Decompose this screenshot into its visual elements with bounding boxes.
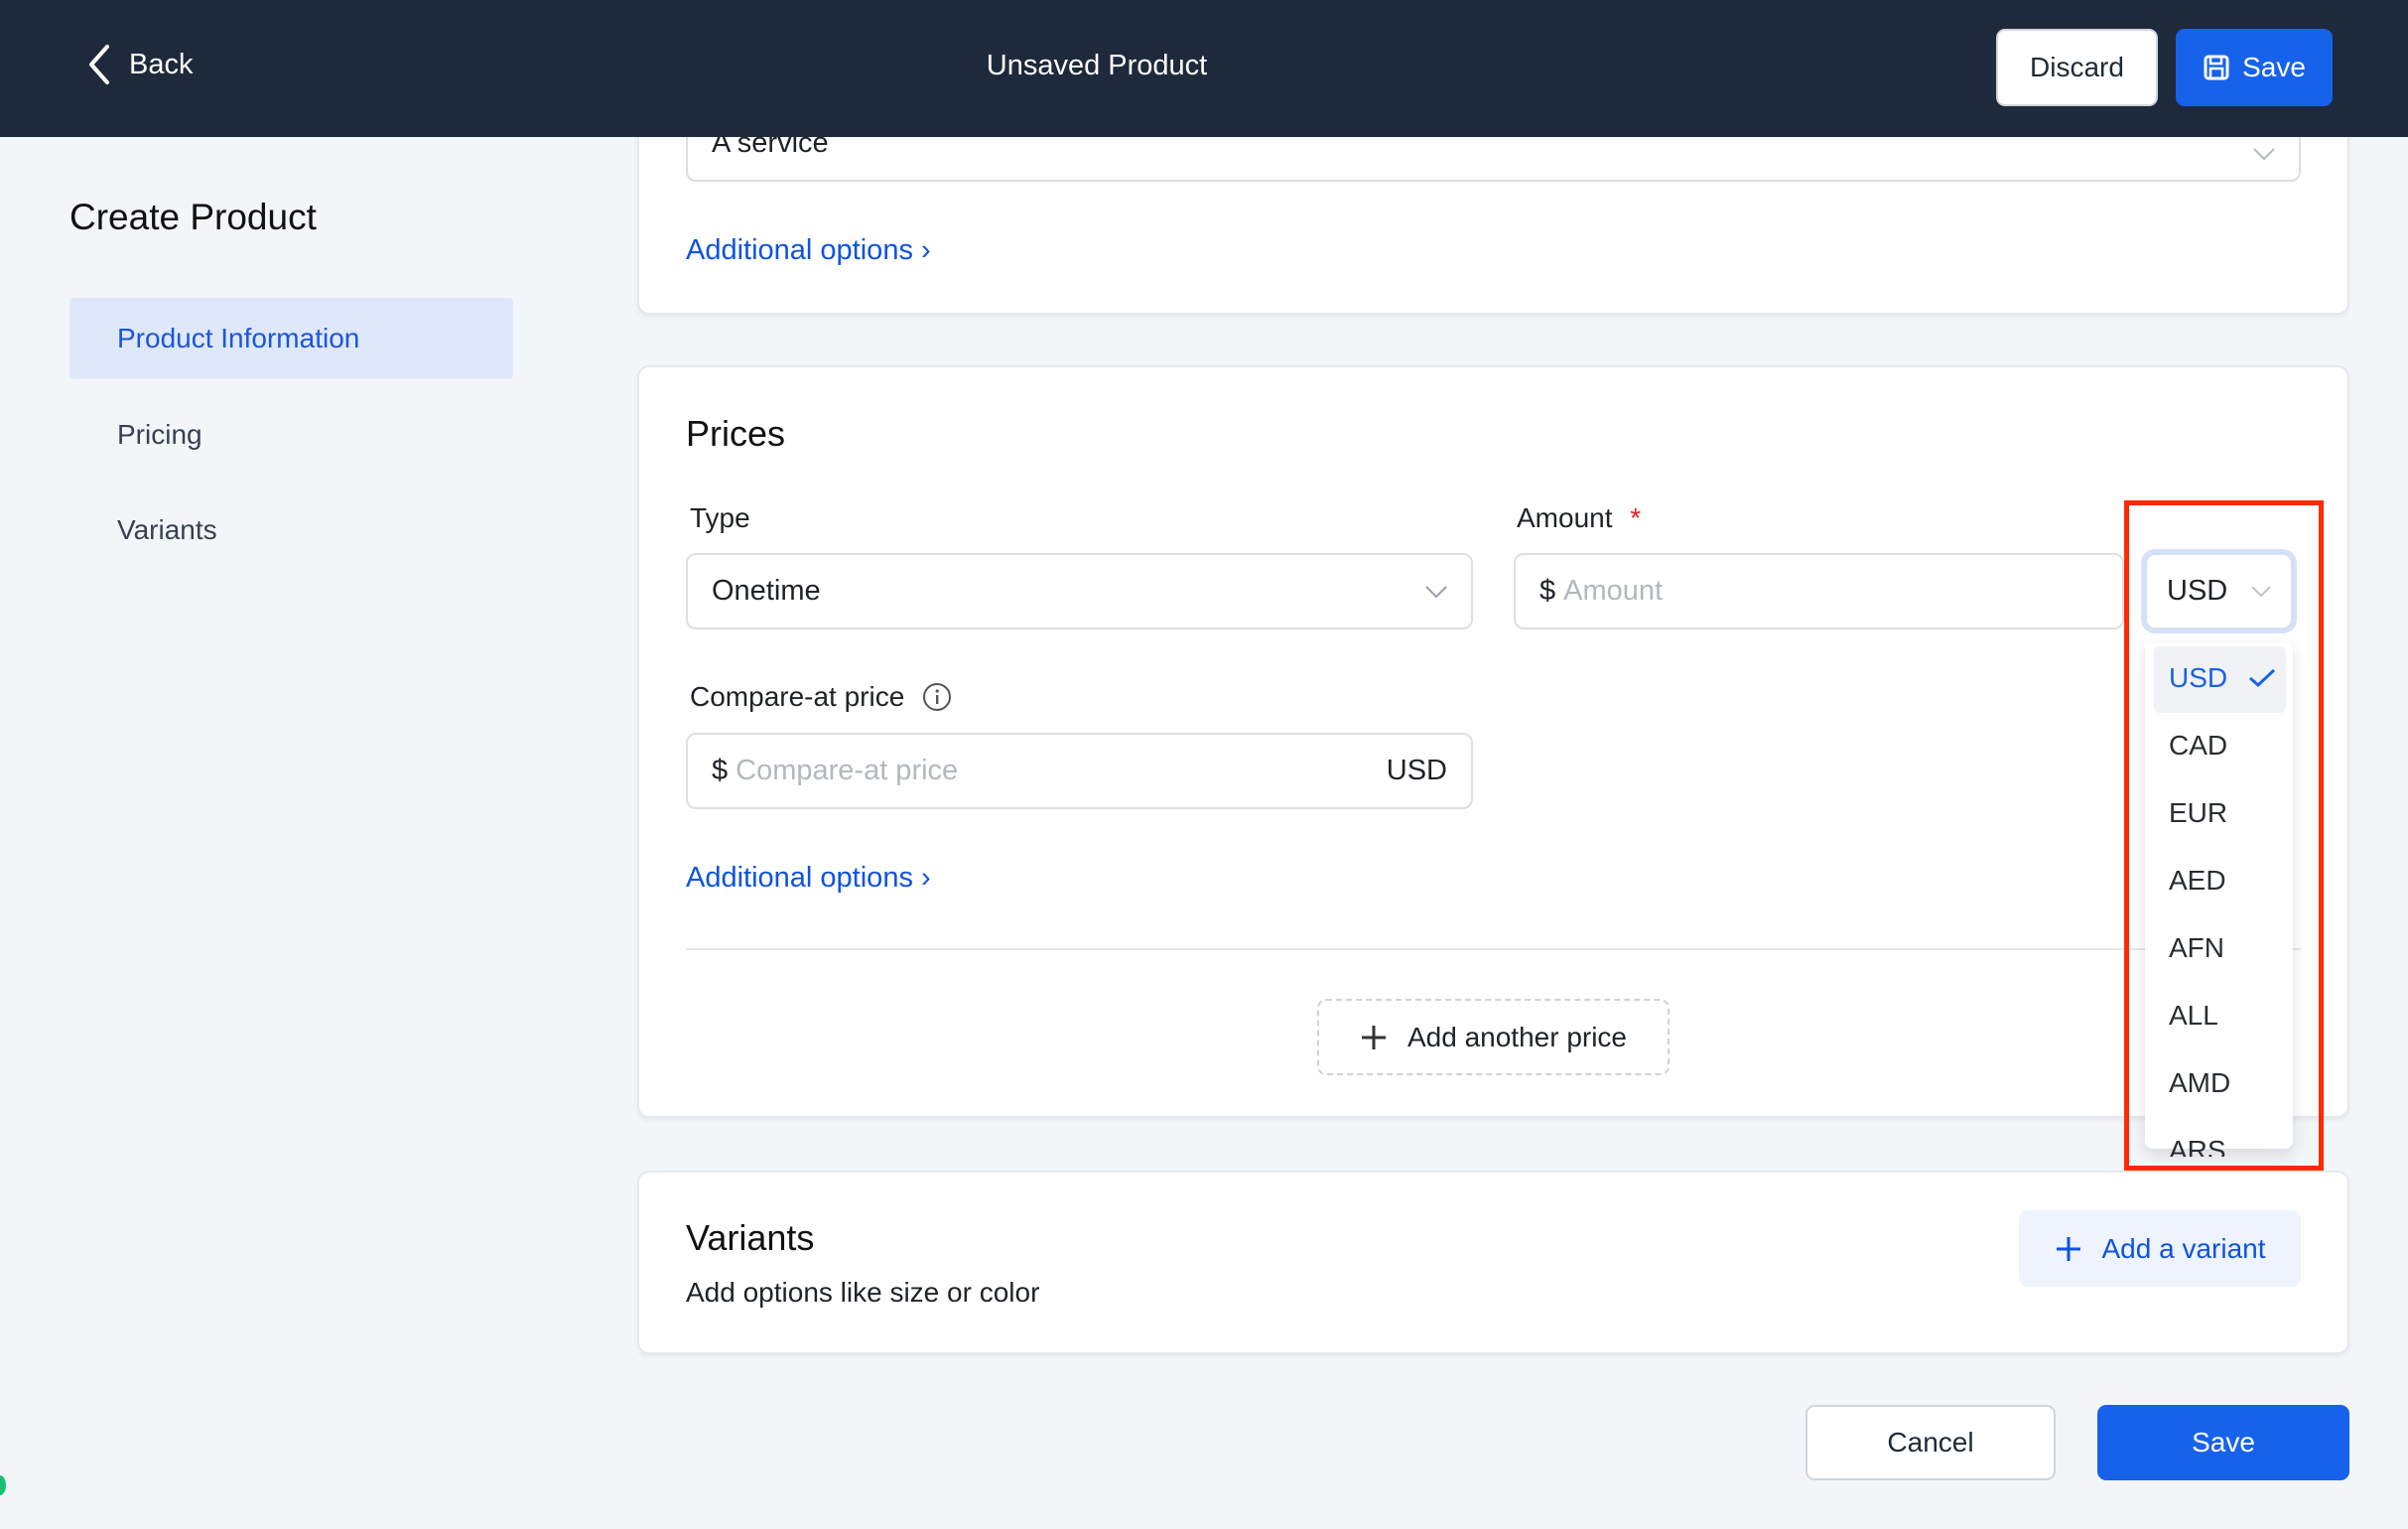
compare-at-input[interactable]: $ Compare-at price USD — [686, 733, 1473, 809]
amount-label: Amount * — [1517, 502, 1642, 533]
back-label: Back — [129, 48, 194, 80]
required-mark: * — [1630, 502, 1642, 533]
compare-at-placeholder: Compare-at price — [736, 755, 959, 786]
add-another-price-button[interactable]: Add another price — [1317, 999, 1670, 1075]
currency-prefix: $ — [712, 755, 729, 786]
amount-placeholder: Amount — [1563, 575, 1664, 607]
save-button[interactable]: Save — [2097, 1405, 2349, 1480]
info-icon[interactable] — [922, 682, 952, 712]
variants-subtitle: Add options like size or color — [686, 1277, 1040, 1308]
save-label: Save — [2242, 52, 2306, 82]
additional-options-link[interactable]: Additional options › — [686, 234, 931, 267]
chevron-down-icon — [1425, 585, 1447, 598]
currency-prefix: $ — [1539, 575, 1556, 607]
sidebar-title: Create Product — [69, 197, 317, 237]
sidebar-item-label: Product Information — [117, 323, 360, 353]
add-variant-button[interactable]: Add a variant — [2019, 1210, 2301, 1287]
status-dot — [0, 1475, 6, 1495]
additional-options-link[interactable]: Additional options › — [686, 862, 931, 895]
compare-currency: USD — [1386, 755, 1447, 786]
plus-icon — [1361, 1025, 1386, 1049]
cancel-button[interactable]: Cancel — [1806, 1405, 2056, 1480]
back-button[interactable]: Back — [87, 40, 193, 89]
save-button[interactable]: Save — [2176, 29, 2333, 106]
discard-label: Discard — [2030, 52, 2124, 82]
type-label: Type — [690, 502, 750, 533]
sidebar-item-pricing[interactable]: Pricing — [117, 419, 202, 451]
type-select[interactable]: Onetime — [686, 553, 1473, 629]
type-value: Onetime — [712, 575, 821, 607]
discard-button[interactable]: Discard — [1996, 29, 2158, 106]
top-bar: Back Unsaved Product Discard Save — [0, 0, 2408, 137]
compare-at-label: Compare-at price — [690, 681, 952, 713]
prices-title: Prices — [686, 413, 786, 454]
divider — [686, 948, 2301, 950]
amount-input[interactable]: $ Amount — [1514, 553, 2124, 629]
chevron-left-icon — [89, 45, 109, 84]
highlight-box — [2124, 500, 2324, 1171]
chevron-down-icon — [2253, 148, 2275, 160]
variants-title: Variants — [686, 1217, 815, 1258]
sidebar-item-variants[interactable]: Variants — [117, 514, 217, 546]
save-icon — [2204, 55, 2229, 80]
plus-icon — [2056, 1236, 2080, 1261]
page-title: Unsaved Product — [986, 50, 1208, 81]
